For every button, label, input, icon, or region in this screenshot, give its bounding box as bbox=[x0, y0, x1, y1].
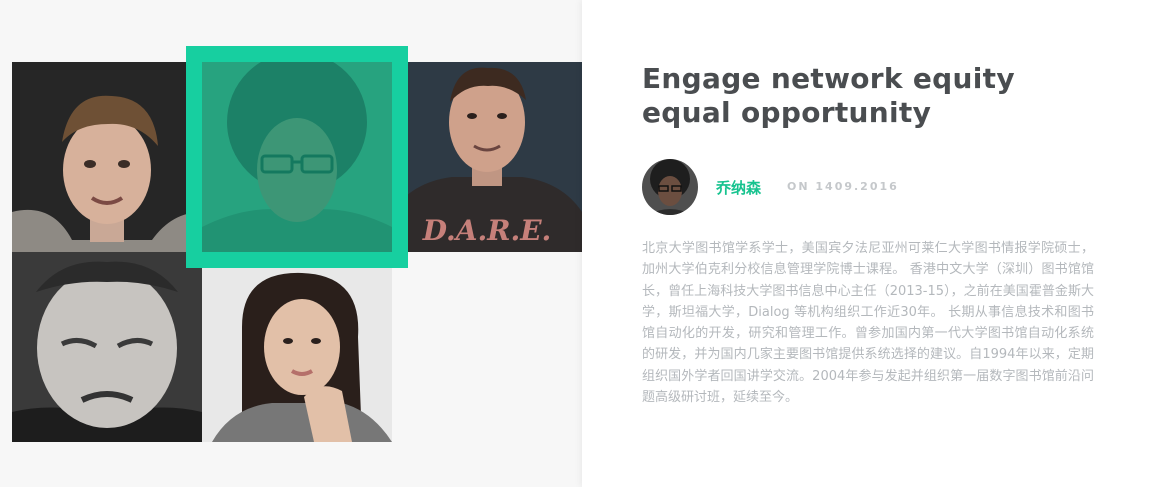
team-photo-hoodie-man[interactable] bbox=[12, 62, 202, 252]
team-gallery: D.A.R.E. bbox=[0, 0, 582, 487]
team-photo-woman[interactable] bbox=[202, 267, 392, 442]
team-photo-grimace-man[interactable] bbox=[12, 252, 202, 442]
author-avatar[interactable] bbox=[642, 159, 698, 215]
author-name-link[interactable]: 乔纳森 bbox=[716, 177, 761, 198]
article-panel: Engage network equity equal opportunity … bbox=[582, 0, 1149, 487]
author-row: 乔纳森 ON 1409.2016 bbox=[642, 159, 1102, 215]
team-photo-dare-man[interactable]: D.A.R.E. bbox=[392, 62, 582, 252]
author-bio: 北京大学图书馆学系学士，美国宾夕法尼亚州可莱仁大学图书情报学院硕士，加州大学伯克… bbox=[642, 241, 1094, 406]
team-photo-selected[interactable] bbox=[186, 46, 408, 268]
article-title: Engage network equity equal opportunity bbox=[642, 62, 1015, 129]
selection-tint bbox=[202, 62, 392, 252]
post-date: ON 1409.2016 bbox=[787, 180, 899, 193]
shirt-print-text: D.A.R.E. bbox=[422, 214, 552, 247]
